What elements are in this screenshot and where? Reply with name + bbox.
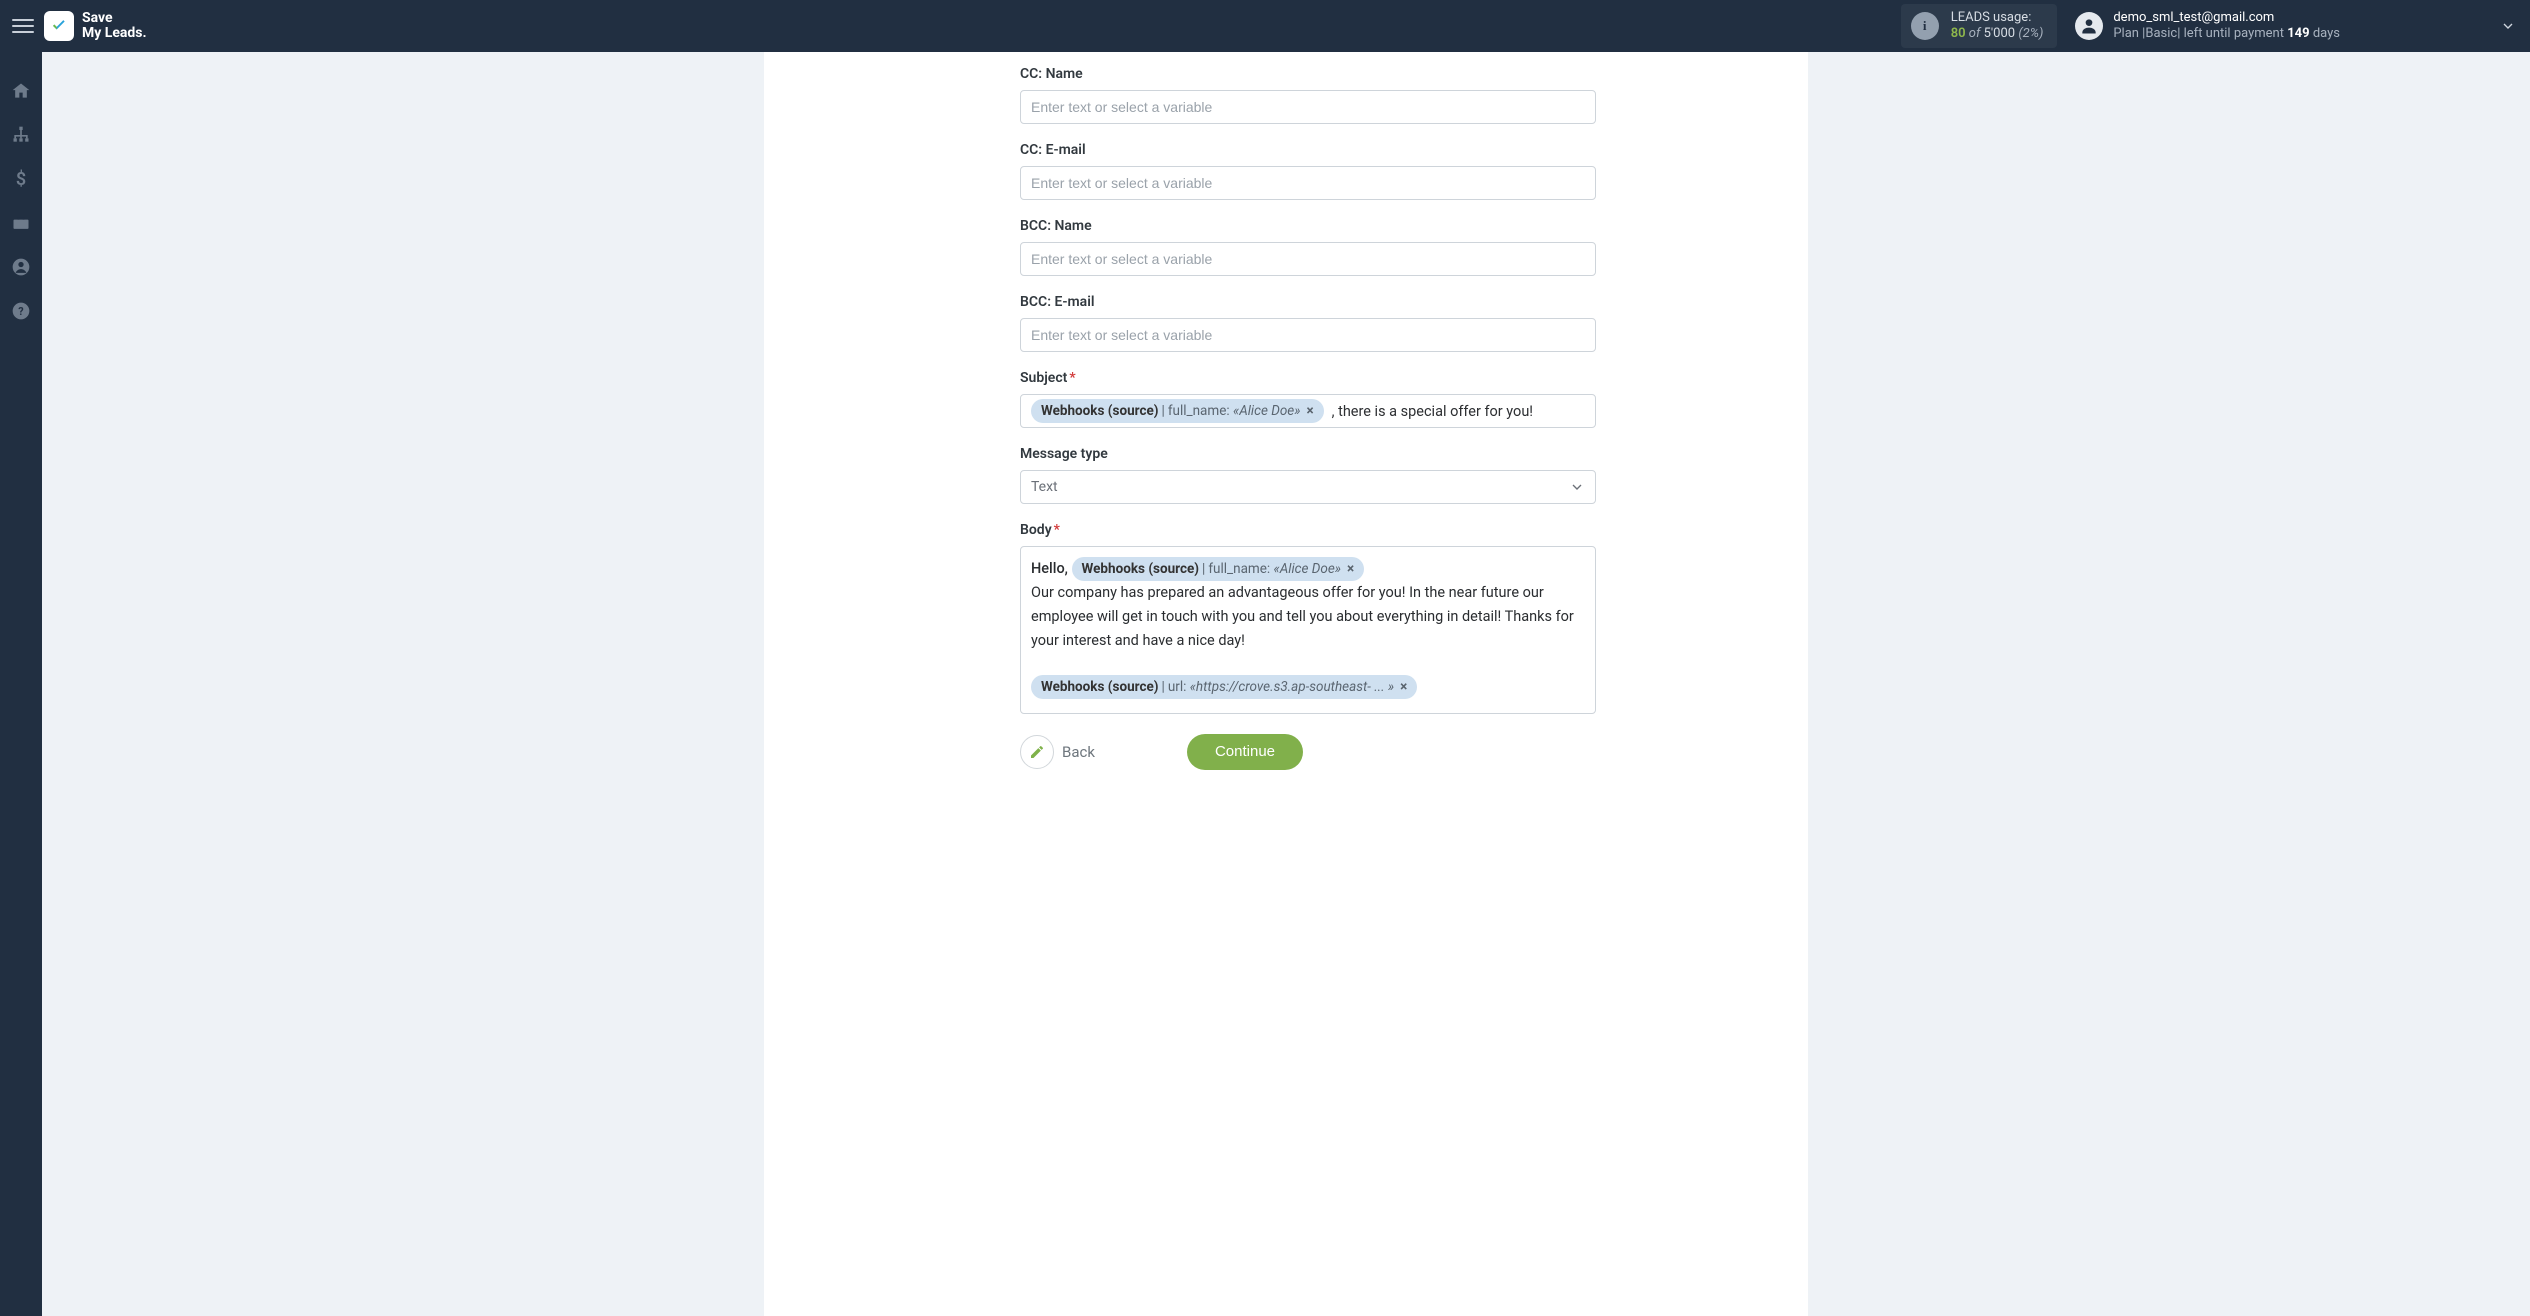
nav-connections[interactable] (10, 124, 32, 146)
label-subject: Subject* (1020, 370, 1596, 386)
body-name-chip[interactable]: Webhooks (source) | full_name: «Alice Do… (1072, 557, 1365, 581)
chip-remove-icon[interactable]: × (1304, 401, 1315, 421)
nav-profile[interactable] (10, 256, 32, 278)
svg-text:?: ? (18, 305, 23, 318)
input-cc-email[interactable] (1020, 166, 1596, 200)
chip-value: «Alice Doe» (1230, 401, 1301, 421)
brand-line1: Save (82, 11, 147, 26)
back-label: Back (1062, 743, 1095, 761)
label-cc-name: CC: Name (1020, 66, 1596, 82)
input-body[interactable]: Hello, Webhooks (source) | full_name: «A… (1020, 546, 1596, 714)
leads-pct: (2%) (2018, 26, 2043, 41)
chip-remove-icon[interactable]: × (1398, 677, 1409, 697)
field-body: Body* Hello, Webhooks (source) | full_na… (1020, 522, 1596, 714)
chip-source: Webhooks (source) (1082, 559, 1200, 579)
top-bar: Save My Leads. i LEADS usage: 80 of 5'00… (0, 0, 2530, 52)
leads-usage-badge[interactable]: i LEADS usage: 80 of 5'000 (2%) (1901, 4, 2058, 49)
label-message-type: Message type (1020, 446, 1596, 462)
field-bcc-name: BCC: Name (1020, 218, 1596, 276)
avatar-icon (2075, 12, 2103, 40)
form-card: CC: Name CC: E-mail BCC: Name BCC: E-mai… (764, 52, 1808, 1316)
body-url-chip[interactable]: Webhooks (source) | url: «https://crove.… (1031, 675, 1417, 699)
subject-variable-chip[interactable]: Webhooks (source) | full_name: «Alice Do… (1031, 399, 1324, 423)
nav-home[interactable] (10, 80, 32, 102)
continue-label: Continue (1215, 743, 1275, 760)
chip-remove-icon[interactable]: × (1345, 559, 1356, 579)
body-hello-text: Hello, (1031, 560, 1072, 577)
form-area: CC: Name CC: E-mail BCC: Name BCC: E-mai… (1020, 66, 1596, 770)
body-paragraph: Our company has prepared an advantageous… (1031, 581, 1585, 653)
input-bcc-name[interactable] (1020, 242, 1596, 276)
pencil-icon (1020, 735, 1054, 769)
chip-key: url: (1168, 677, 1187, 697)
leads-usage-label: LEADS usage: (1951, 10, 2044, 26)
leads-cap: 5'000 (1984, 26, 2016, 41)
info-icon: i (1911, 12, 1939, 40)
label-cc-email: CC: E-mail (1020, 142, 1596, 158)
user-menu[interactable]: demo_sml_test@gmail.com Plan |Basic| lef… (2075, 10, 2340, 43)
field-cc-email: CC: E-mail (1020, 142, 1596, 200)
user-plan-line: Plan |Basic| left until payment 149 days (2113, 26, 2340, 42)
chip-source: Webhooks (source) (1041, 677, 1159, 697)
field-bcc-email: BCC: E-mail (1020, 294, 1596, 352)
brand-name: Save My Leads. (82, 11, 147, 40)
select-message-type[interactable]: Text (1020, 470, 1596, 504)
chip-value: «Alice Doe» (1270, 559, 1341, 579)
nav-help[interactable]: ? (10, 300, 32, 322)
chip-source: Webhooks (source) (1041, 401, 1159, 421)
input-subject[interactable]: Webhooks (source) | full_name: «Alice Do… (1020, 394, 1596, 428)
input-cc-name[interactable] (1020, 90, 1596, 124)
user-menu-caret-icon[interactable] (2340, 18, 2516, 34)
leads-of-word: of (1969, 26, 1984, 41)
continue-button[interactable]: Continue (1187, 734, 1303, 770)
field-message-type: Message type Text (1020, 446, 1596, 504)
leads-usage-text: LEADS usage: 80 of 5'000 (2%) (1951, 10, 2044, 43)
chip-value: «https://crove.s3.ap-southeast- ... » (1186, 677, 1394, 697)
page-scroll[interactable]: CC: Name CC: E-mail BCC: Name BCC: E-mai… (42, 52, 2530, 1316)
sidebar-rail: $ ? (0, 52, 42, 1316)
field-subject: Subject* Webhooks (source) | full_name: … (1020, 370, 1596, 428)
label-bcc-name: BCC: Name (1020, 218, 1596, 234)
nav-billing[interactable]: $ (10, 168, 32, 190)
chip-key: full_name: (1208, 559, 1270, 579)
user-info: demo_sml_test@gmail.com Plan |Basic| lef… (2113, 10, 2340, 43)
user-email: demo_sml_test@gmail.com (2113, 10, 2340, 26)
subject-text-after: , there is a special offer for you! (1332, 403, 1533, 420)
select-message-type-value: Text (1031, 479, 1058, 495)
nav-integrations[interactable] (10, 212, 32, 234)
field-cc-name: CC: Name (1020, 66, 1596, 124)
brand-line2: My Leads. (82, 26, 147, 41)
input-bcc-email[interactable] (1020, 318, 1596, 352)
menu-toggle-button[interactable] (8, 11, 38, 41)
form-actions: Back Continue (1020, 734, 1596, 770)
label-body: Body* (1020, 522, 1596, 538)
leads-used: 80 (1951, 26, 1966, 41)
label-bcc-email: BCC: E-mail (1020, 294, 1596, 310)
app-logo-icon (44, 11, 74, 41)
chevron-down-icon (1569, 479, 1585, 495)
back-button[interactable]: Back (1020, 735, 1095, 769)
chip-key: full_name: (1168, 401, 1230, 421)
